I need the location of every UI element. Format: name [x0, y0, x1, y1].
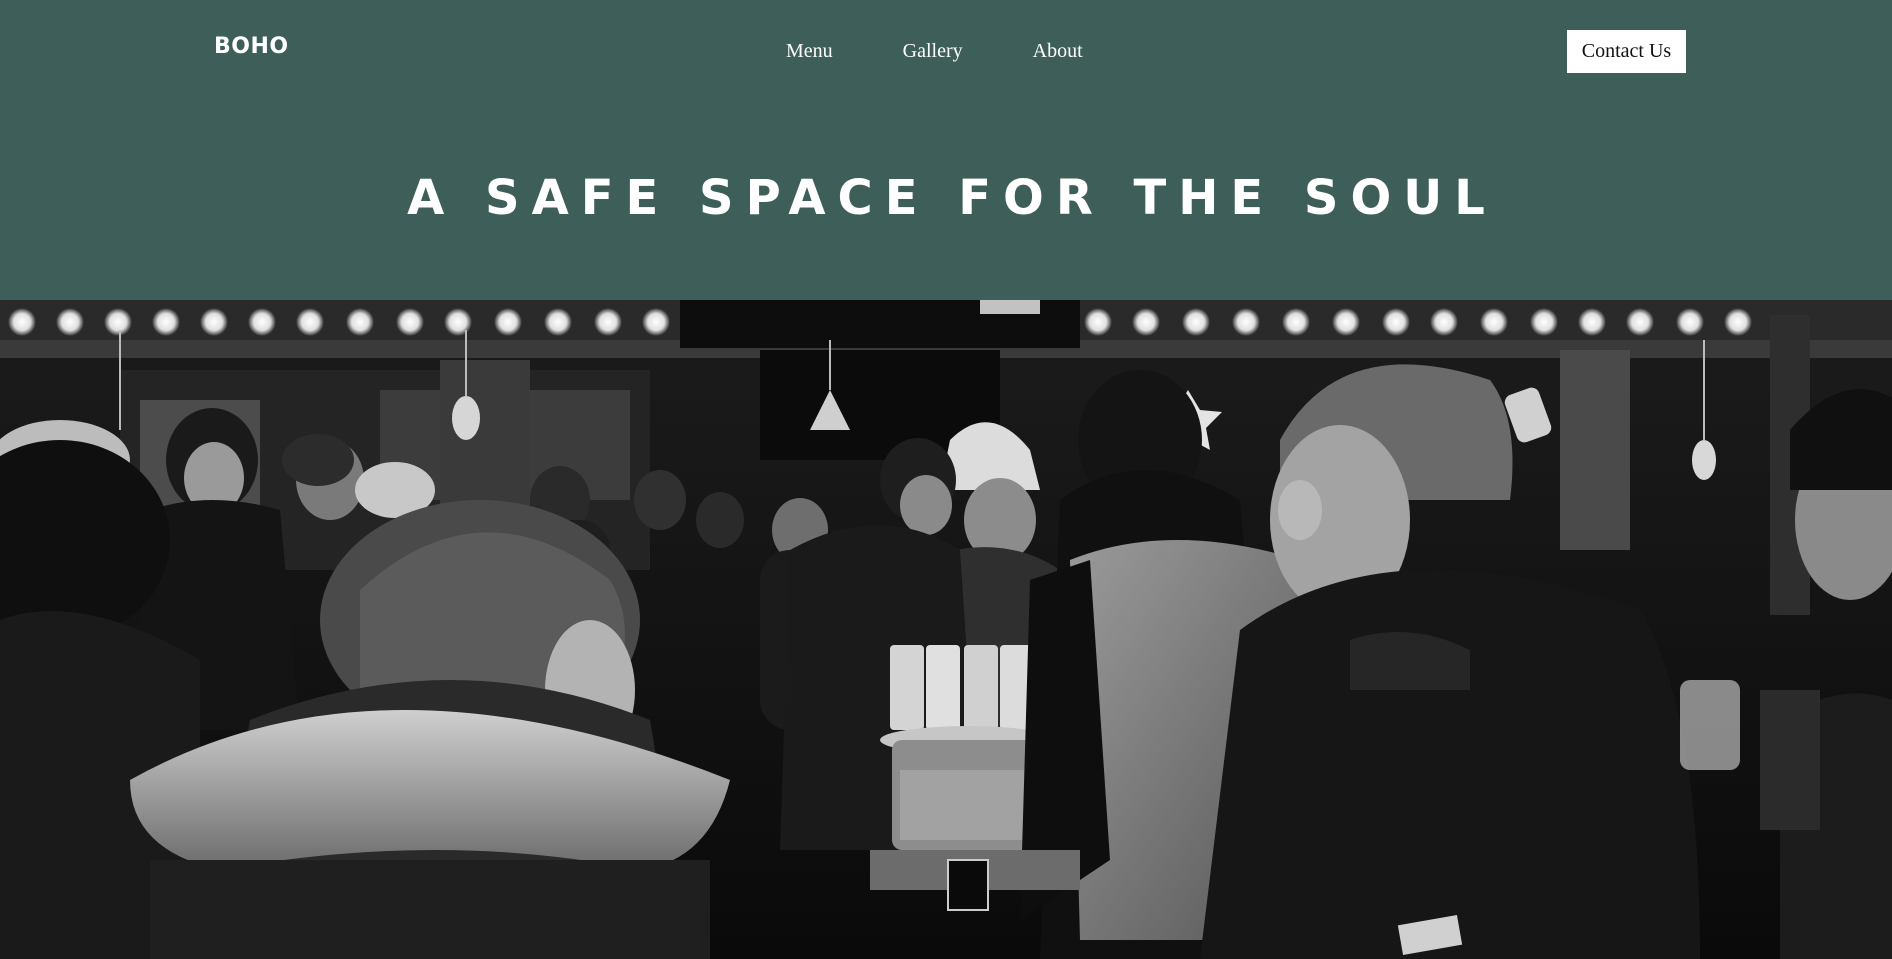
hero-photo	[0, 300, 1892, 959]
nav-link-about[interactable]: About	[1033, 40, 1083, 63]
hero-photo-image	[0, 300, 1892, 959]
nav-link-gallery[interactable]: Gallery	[903, 40, 963, 63]
main-nav: Menu Gallery About	[786, 40, 1083, 63]
nav-link-menu[interactable]: Menu	[786, 40, 833, 63]
site-header: BOHO Menu Gallery About Contact Us	[0, 0, 1892, 100]
hero-title: A SAFE SPACE FOR THE SOUL	[407, 170, 1497, 226]
brand-logo[interactable]: BOHO	[214, 34, 289, 59]
contact-us-button[interactable]: Contact Us	[1567, 30, 1686, 73]
page: BOHO Menu Gallery About Contact Us A SAF…	[0, 0, 1892, 959]
